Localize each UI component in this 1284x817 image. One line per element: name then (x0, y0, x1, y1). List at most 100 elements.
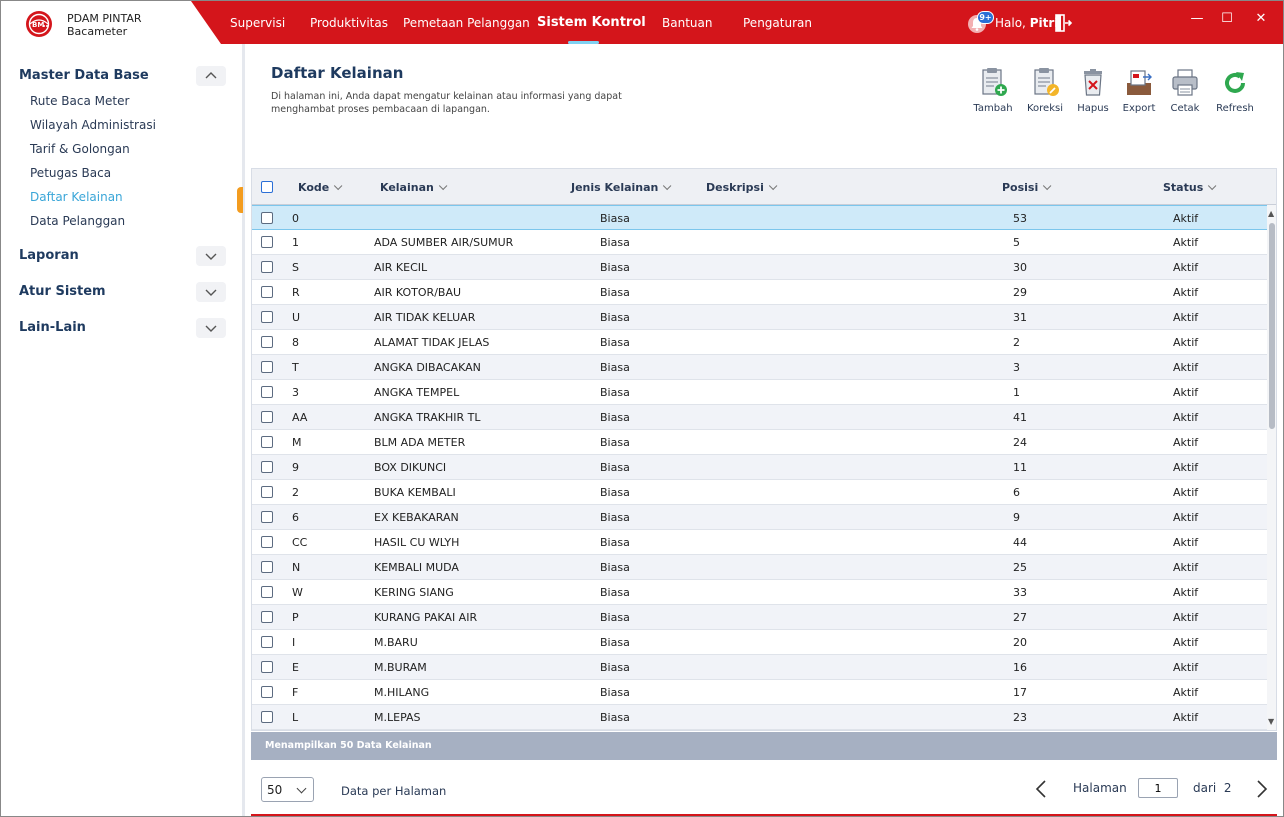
row-checkbox[interactable] (261, 212, 273, 224)
chevron-down-icon[interactable] (196, 282, 226, 302)
row-checkbox[interactable] (261, 361, 273, 373)
row-checkbox[interactable] (261, 586, 273, 598)
page-number-input[interactable] (1138, 778, 1178, 798)
cell-jenis-kelainan: Biasa (600, 361, 630, 374)
row-checkbox[interactable] (261, 261, 273, 273)
table-row[interactable]: R AIR KOTOR/BAU Biasa 29 Aktif (252, 280, 1267, 305)
next-page-icon[interactable] (1254, 779, 1270, 799)
scrollbar-thumb[interactable] (1269, 223, 1275, 429)
koreksi-button[interactable]: Koreksi (1021, 67, 1069, 119)
table-row[interactable]: I M.BARU Biasa 20 Aktif (252, 630, 1267, 655)
table-row[interactable]: 3 ANGKA TEMPEL Biasa 1 Aktif (252, 380, 1267, 405)
printer-icon (1172, 69, 1198, 96)
tambah-button[interactable]: Tambah (969, 67, 1017, 119)
table-row[interactable]: F M.HILANG Biasa 17 Aktif (252, 680, 1267, 705)
cell-posisi: 6 (1013, 486, 1020, 499)
chevron-down-icon[interactable] (196, 246, 226, 266)
row-checkbox[interactable] (261, 411, 273, 423)
table-row[interactable]: 2 BUKA KEMBALI Biasa 6 Aktif (252, 480, 1267, 505)
previous-page-icon[interactable] (1033, 779, 1049, 799)
sidebar-item-data-pelanggan[interactable]: Data Pelanggan (30, 214, 125, 228)
scroll-up-icon[interactable]: ▲ (1268, 209, 1274, 218)
sidebar-item-daftar-kelainan[interactable]: Daftar Kelainan (30, 190, 123, 204)
nav-supervisi[interactable]: Supervisi (230, 16, 285, 30)
cetak-button[interactable]: Cetak (1161, 67, 1209, 119)
cell-kelainan: ANGKA DIBACAKAN (374, 361, 481, 374)
table-row[interactable]: 8 ALAMAT TIDAK JELAS Biasa 2 Aktif (252, 330, 1267, 355)
cell-status: Aktif (1173, 336, 1199, 349)
nav-pemetaan-pelanggan[interactable]: Pemetaan Pelanggan (403, 16, 530, 30)
table-row[interactable]: W KERING SIANG Biasa 33 Aktif (252, 580, 1267, 605)
maximize-button[interactable]: ☐ (1217, 10, 1237, 30)
table-row[interactable]: CC HASIL CU WLYH Biasa 44 Aktif (252, 530, 1267, 555)
chevron-down-icon[interactable] (196, 318, 226, 338)
table-row[interactable]: 9 BOX DIKUNCI Biasa 11 Aktif (252, 455, 1267, 480)
sidebar-item-rute-baca-meter[interactable]: Rute Baca Meter (30, 94, 129, 108)
table-row[interactable]: E M.BURAM Biasa 16 Aktif (252, 655, 1267, 680)
row-checkbox[interactable] (261, 511, 273, 523)
table-row[interactable]: AA ANGKA TRAKHIR TL Biasa 41 Aktif (252, 405, 1267, 430)
row-checkbox[interactable] (261, 686, 273, 698)
chevron-up-icon[interactable] (196, 66, 226, 86)
column-label: Deskripsi (706, 181, 764, 194)
row-checkbox[interactable] (261, 461, 273, 473)
sidebar-item-wilayah-administrasi[interactable]: Wilayah Administrasi (30, 118, 156, 132)
column-header-jenis-kelainan[interactable]: Jenis Kelainan (571, 181, 672, 194)
sidebar-item-petugas-baca[interactable]: Petugas Baca (30, 166, 111, 180)
row-checkbox[interactable] (261, 561, 273, 573)
table-row[interactable]: S AIR KECIL Biasa 30 Aktif (252, 255, 1267, 280)
column-header-status[interactable]: Status (1163, 181, 1217, 194)
row-checkbox[interactable] (261, 436, 273, 448)
close-button[interactable]: ✕ (1251, 10, 1271, 30)
select-all-checkbox[interactable] (261, 181, 273, 193)
cell-status: Aktif (1173, 212, 1199, 225)
cell-jenis-kelainan: Biasa (600, 286, 630, 299)
row-checkbox[interactable] (261, 661, 273, 673)
table-row[interactable]: T ANGKA DIBACAKAN Biasa 3 Aktif (252, 355, 1267, 380)
row-checkbox[interactable] (261, 636, 273, 648)
row-checkbox[interactable] (261, 611, 273, 623)
row-checkbox[interactable] (261, 311, 273, 323)
section-laporan[interactable]: Laporan (19, 248, 79, 263)
column-header-posisi[interactable]: Posisi (1002, 181, 1052, 194)
column-header-deskripsi[interactable]: Deskripsi (706, 181, 778, 194)
cell-kelainan: AIR KOTOR/BAU (374, 286, 462, 299)
row-checkbox[interactable] (261, 386, 273, 398)
nav-produktivitas[interactable]: Produktivitas (310, 16, 388, 30)
refresh-button[interactable]: Refresh (1211, 67, 1259, 119)
cell-jenis-kelainan: Biasa (600, 486, 630, 499)
table-row[interactable]: M BLM ADA METER Biasa 24 Aktif (252, 430, 1267, 455)
section-atur-sistem[interactable]: Atur Sistem (19, 284, 106, 299)
sort-chevron-icon (438, 181, 448, 191)
section-master-data-base[interactable]: Master Data Base (19, 68, 149, 83)
nav-pengaturan[interactable]: Pengaturan (743, 16, 812, 30)
table-row[interactable]: 6 EX KEBAKARAN Biasa 9 Aktif (252, 505, 1267, 530)
table-row[interactable]: U AIR TIDAK KELUAR Biasa 31 Aktif (252, 305, 1267, 330)
row-checkbox[interactable] (261, 711, 273, 723)
table-row[interactable]: N KEMBALI MUDA Biasa 25 Aktif (252, 555, 1267, 580)
scroll-down-icon[interactable]: ▼ (1268, 717, 1274, 726)
row-checkbox[interactable] (261, 336, 273, 348)
cell-kelainan: M.BURAM (374, 661, 427, 674)
minimize-button[interactable]: — (1187, 10, 1207, 30)
nav-sistem-kontrol[interactable]: Sistem Kontrol (537, 15, 646, 30)
logout-icon[interactable] (1053, 13, 1073, 33)
column-header-kelainan[interactable]: Kelainan (380, 181, 448, 194)
table-row[interactable]: 0 Biasa 53 Aktif (252, 205, 1267, 230)
cell-posisi: 53 (1013, 212, 1027, 225)
export-button[interactable]: Export (1115, 67, 1163, 119)
row-checkbox[interactable] (261, 236, 273, 248)
sidebar-item-tarif-golongan[interactable]: Tarif & Golongan (30, 142, 130, 156)
section-lain-lain[interactable]: Lain-Lain (19, 320, 86, 335)
per-page-select[interactable]: 50 (261, 777, 314, 802)
table-row[interactable]: L M.LEPAS Biasa 23 Aktif (252, 705, 1267, 730)
column-header-kode[interactable]: Kode (298, 181, 343, 194)
row-checkbox[interactable] (261, 286, 273, 298)
row-checkbox[interactable] (261, 536, 273, 548)
page-title: Daftar Kelainan (271, 64, 404, 82)
hapus-button[interactable]: Hapus (1069, 67, 1117, 119)
row-checkbox[interactable] (261, 486, 273, 498)
table-row[interactable]: 1 ADA SUMBER AIR/SUMUR Biasa 5 Aktif (252, 230, 1267, 255)
nav-bantuan[interactable]: Bantuan (662, 16, 712, 30)
table-row[interactable]: P KURANG PAKAI AIR Biasa 27 Aktif (252, 605, 1267, 630)
